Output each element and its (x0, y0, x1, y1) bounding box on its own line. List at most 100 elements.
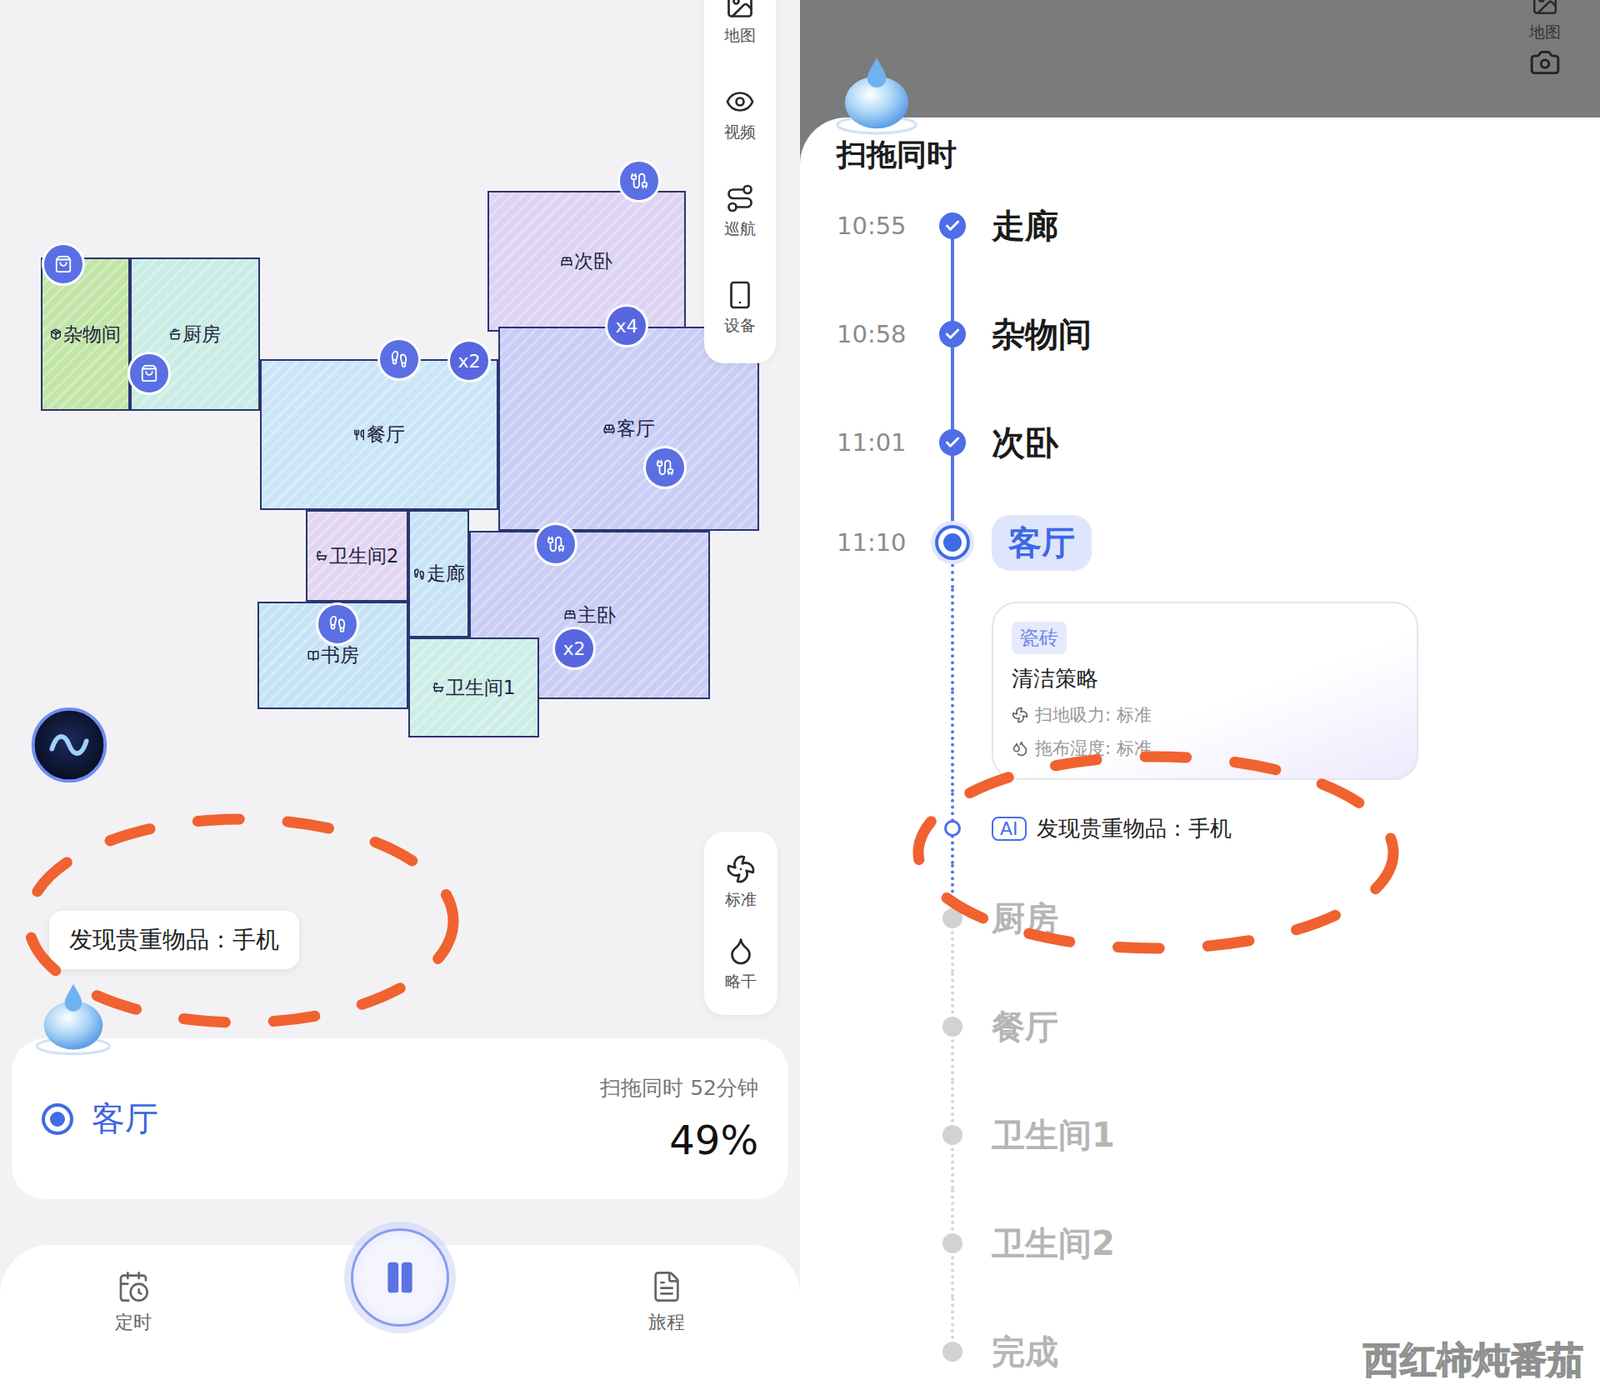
map-pin[interactable] (41, 242, 85, 286)
step-name: 杂物间 (991, 311, 1092, 358)
toolbar-item[interactable]: 视频 (704, 66, 776, 164)
pin-icon (54, 255, 73, 274)
setting-line: 拖布湿度: 标准 (1011, 736, 1399, 760)
check-icon (944, 217, 961, 235)
valuable-alert-tooltip: 发现贵重物品：手机 (49, 910, 300, 970)
timeline-row[interactable]: 卫生间1 (836, 1080, 1600, 1190)
map-room[interactable]: 卫生间1 (408, 637, 540, 738)
repeat-badge: x2 (447, 339, 491, 383)
pending-dot (942, 1341, 963, 1362)
ai-alert-row[interactable]: AI发现贵重物品：手机 (836, 792, 1600, 865)
toolbar-item[interactable]: 巡航 (704, 163, 776, 260)
bottom-nav: 定时 旅程 (0, 1245, 800, 1400)
timeline-row[interactable]: 餐厅 (836, 972, 1600, 1081)
journey-screen: 地图扫拖同时10:55走廊 10:58 杂物间 11:01次卧11:10客厅瓷砖清洁策… (800, 0, 1600, 1400)
step-name: 完成 (991, 1329, 1059, 1375)
timeline-row[interactable]: 11:10客厅 (836, 496, 1600, 589)
nav-item[interactable]: 定时 (115, 1270, 152, 1335)
pause-button[interactable] (350, 1228, 450, 1327)
watermark: 西红柿炖番茄 (1363, 1335, 1584, 1385)
toolbar-item[interactable]: 地图 (1529, 0, 1561, 44)
camera-icon[interactable] (1529, 46, 1561, 79)
ai-badge: AI (991, 816, 1027, 841)
timeline-row[interactable]: 10:55走廊 (836, 171, 1600, 280)
journey-title: 扫拖同时 (836, 138, 1600, 172)
check-icon (944, 434, 961, 451)
step-name: 卫生间2 (991, 1220, 1115, 1267)
strategy-card[interactable]: 瓷砖清洁策略扫地吸力: 标准拖布湿度: 标准 (991, 601, 1419, 780)
map[interactable]: 杂物间厨房餐厅次卧客厅卫生间2走廊主卧书房卫生间1x2x4x2地图视频巡航设备标… (0, 0, 800, 1039)
alert-dot (944, 820, 961, 837)
pin-icon (546, 535, 565, 554)
toolbar-icon (725, 280, 755, 310)
floor-tag: 瓷砖 (1011, 621, 1067, 655)
map-pin[interactable] (534, 522, 578, 566)
robot-icon (830, 48, 924, 142)
done-dot (939, 429, 966, 456)
check-icon (944, 325, 961, 343)
map-room[interactable]: 卫生间2 (305, 510, 409, 602)
map-room[interactable]: 走廊 (408, 510, 470, 638)
timeline-row[interactable]: 厨房 (836, 864, 1600, 973)
annotation-ellipse (910, 748, 1402, 957)
assistant-orb-icon[interactable] (30, 705, 109, 785)
room-label: 餐厅 (353, 421, 405, 448)
timeline-row[interactable]: 10:58 杂物间 (836, 280, 1600, 389)
setting-line: 扫地吸力: 标准 (1011, 703, 1399, 727)
done-dot (939, 320, 966, 348)
toolbar-item[interactable]: 设备 (704, 260, 776, 357)
toolbar-item[interactable]: 地图 (704, 0, 776, 67)
timeline-row[interactable]: 卫生间2 (836, 1189, 1600, 1298)
robot-icon (30, 975, 117, 1062)
map-pin[interactable] (377, 337, 421, 381)
room-label: 走廊 (413, 560, 465, 587)
progress-card[interactable]: 客厅扫拖同时 52分钟49% (11, 1038, 789, 1200)
step-name: 厨房 (991, 895, 1059, 942)
pin-icon (630, 171, 649, 190)
journey-sheet: 扫拖同时10:55走廊 10:58 杂物间 11:01次卧11:10客厅瓷砖清洁策略扫… (800, 117, 1600, 1400)
mode-summary: 扫拖同时 52分钟 (600, 1074, 759, 1102)
room-label: 卫生间2 (315, 543, 400, 570)
room-label: 厨房 (169, 321, 221, 348)
mode-button[interactable]: 标准 (704, 841, 778, 924)
room-label: 主卧 (564, 602, 616, 629)
timeline: 10:55走廊 10:58 杂物间 11:01次卧11:10客厅瓷砖清洁策略扫地吸力:… (836, 171, 1600, 1400)
room-icon (307, 650, 320, 662)
step-name: 卫生间1 (991, 1112, 1115, 1159)
progress-percent: 49% (669, 1116, 759, 1164)
step-name: 次卧 (991, 420, 1059, 466)
setting-icon (1011, 706, 1029, 724)
room-icon (432, 681, 445, 694)
room-icon (564, 609, 576, 621)
timeline-row[interactable]: 11:01次卧 (836, 388, 1600, 497)
app-page: 杂物间厨房餐厅次卧客厅卫生间2走廊主卧书房卫生间1x2x4x2地图视频巡航设备标… (0, 0, 1600, 1400)
room-icon (315, 550, 328, 562)
setting-icon (1011, 740, 1029, 757)
map-pin[interactable] (315, 602, 360, 646)
room-icon (50, 328, 62, 340)
pending-dot (942, 1125, 963, 1145)
map-room[interactable]: 次卧 (487, 190, 686, 332)
map-pin[interactable] (617, 159, 661, 203)
map-room[interactable]: 餐厅 (260, 359, 499, 510)
journey-icon (650, 1270, 684, 1304)
step-name: 餐厅 (991, 1004, 1059, 1050)
mode-icon (725, 854, 756, 885)
toolbar-icon (725, 0, 755, 20)
map-toolbar: 地图视频巡航设备 (704, 0, 776, 364)
pin-icon (328, 615, 347, 634)
step-time: 10:58 (836, 320, 929, 349)
current-room-dot (45, 1106, 70, 1132)
room-label: 客厅 (603, 415, 655, 442)
pending-dot (942, 1233, 963, 1254)
pending-dot (942, 1016, 963, 1037)
map-pin[interactable] (127, 351, 171, 395)
room-icon (413, 568, 425, 580)
room-label: 卫生间1 (432, 675, 516, 701)
schedule-icon (116, 1270, 150, 1304)
mode-button[interactable]: 略干 (704, 923, 778, 1005)
done-dot (939, 212, 966, 240)
map-pin[interactable] (643, 445, 687, 490)
nav-item[interactable]: 旅程 (648, 1270, 685, 1335)
step-time: 11:10 (836, 528, 929, 557)
